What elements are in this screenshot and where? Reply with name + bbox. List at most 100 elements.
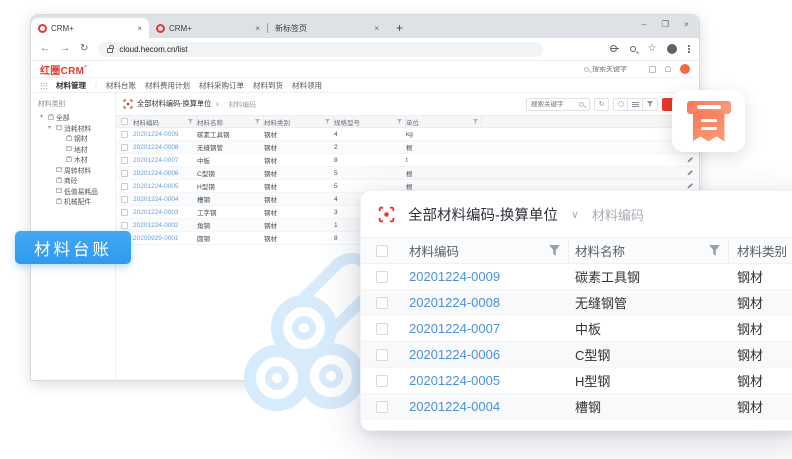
tree-item-steel[interactable]: 钢材 <box>38 133 113 144</box>
tree-item-local-material[interactable]: 地材 <box>38 144 113 155</box>
material-code-link[interactable]: 20201224-0008 <box>133 144 197 151</box>
row-checkbox[interactable] <box>121 157 128 164</box>
material-code-link[interactable]: 20201224-0002 <box>133 222 197 229</box>
view-title[interactable]: 全部材料编码-换算单位 <box>408 204 558 225</box>
back-icon[interactable]: ← <box>40 44 50 54</box>
chevron-down-icon[interactable]: ▾ <box>40 114 45 120</box>
user-avatar[interactable] <box>680 64 690 74</box>
edit-icon[interactable] <box>687 157 693 163</box>
table-row[interactable]: 20201224-0004 槽钢 钢材 <box>361 394 792 420</box>
nav-item-material-ledger[interactable]: 材料台账 <box>106 80 136 91</box>
tab-close-icon[interactable]: × <box>137 24 142 33</box>
tree-item-consumables[interactable]: ▾ 消耗材料 <box>38 123 113 134</box>
material-code-link[interactable]: 20201224-0005 <box>403 373 569 388</box>
material-code-link[interactable]: 20201224-0008 <box>403 295 569 310</box>
nav-item-cost-plan[interactable]: 材料费用计划 <box>145 80 190 91</box>
tree-item-wood[interactable]: 木材 <box>38 154 113 165</box>
row-checkbox[interactable] <box>121 222 128 229</box>
table-row[interactable]: 20201224-0008 无缝钢管 钢材 <box>361 290 792 316</box>
row-checkbox[interactable] <box>121 183 128 190</box>
row-checkbox[interactable] <box>121 209 128 216</box>
browser-tab-newtab[interactable]: 新标签页 × <box>268 18 386 38</box>
row-checkbox[interactable] <box>121 131 128 138</box>
table-row[interactable]: 20201224-0009 碳素工具钢 钢材 4 kg <box>116 128 699 141</box>
tree-item-concrete[interactable]: 商砼 <box>38 175 113 186</box>
material-code-link[interactable]: 20201224-0006 <box>133 170 197 177</box>
material-code-link[interactable]: 20201224-0009 <box>403 269 569 284</box>
filter-icon[interactable] <box>549 245 560 256</box>
browser-profile-avatar[interactable] <box>667 44 677 54</box>
window-maximize-button[interactable]: ❐ <box>661 20 669 29</box>
bookmark-star-icon[interactable]: ☆ <box>647 44 656 54</box>
material-code-link[interactable]: 20201224-0005 <box>133 183 197 190</box>
table-row[interactable]: 20201224-0007 中板 钢材 8 t <box>116 154 699 167</box>
row-checkbox[interactable] <box>376 271 388 283</box>
nav-item-requisition[interactable]: 材料领用 <box>292 80 322 91</box>
tree-item-machine-parts[interactable]: 机械配件 <box>38 196 113 207</box>
select-all-checkbox[interactable] <box>121 118 128 125</box>
tab-close-icon[interactable]: × <box>374 24 379 33</box>
material-code-link[interactable]: 20200929-0001 <box>133 235 197 242</box>
filter-icon[interactable] <box>255 119 260 124</box>
tree-item-low-value[interactable]: 低值易耗品 <box>38 186 113 197</box>
apps-icon[interactable] <box>649 66 656 73</box>
forward-icon[interactable]: → <box>60 44 70 54</box>
material-code-link[interactable]: 20201224-0004 <box>403 399 569 414</box>
nav-item-purchase-order[interactable]: 材料采购订单 <box>199 80 244 91</box>
edit-icon[interactable] <box>687 170 693 176</box>
password-key-icon[interactable] <box>611 48 619 51</box>
window-minimize-button[interactable]: – <box>642 20 647 29</box>
material-code-link[interactable]: 20201224-0006 <box>403 347 569 362</box>
bell-icon[interactable] <box>665 66 671 72</box>
tree-item-turnover-material[interactable]: 周转材料 <box>38 165 113 176</box>
global-search-input[interactable] <box>592 66 640 73</box>
settings-button[interactable] <box>613 98 628 111</box>
browser-tab-crm-2[interactable]: CRM+ × <box>149 18 267 38</box>
row-checkbox[interactable] <box>376 401 388 413</box>
global-search[interactable] <box>584 66 640 73</box>
row-checkbox[interactable] <box>121 170 128 177</box>
row-checkbox[interactable] <box>121 144 128 151</box>
tab-close-icon[interactable]: × <box>255 24 260 33</box>
view-title[interactable]: 全部材料编码-换算单位 <box>137 99 211 109</box>
chevron-down-icon[interactable]: ∨ <box>215 101 219 108</box>
filter-icon[interactable] <box>188 119 193 124</box>
row-checkbox[interactable] <box>376 323 388 335</box>
refresh-button[interactable]: ↻ <box>594 98 609 111</box>
filter-icon[interactable] <box>397 119 402 124</box>
chevron-down-icon[interactable]: ∨ <box>571 208 579 221</box>
table-row[interactable]: 20201224-0007 中板 钢材 <box>361 316 792 342</box>
table-row[interactable]: 20201224-0006 C型钢 钢材 <box>361 342 792 368</box>
material-code-link[interactable]: 20201224-0004 <box>133 196 197 203</box>
material-code-link[interactable]: 20201224-0007 <box>133 157 197 164</box>
window-close-button[interactable]: × <box>684 20 689 29</box>
row-checkbox[interactable] <box>376 297 388 309</box>
filter-icon[interactable] <box>325 119 330 124</box>
material-code-link[interactable]: 20201224-0003 <box>133 209 197 216</box>
table-row[interactable]: 20201224-0008 无缝钢管 钢材 2 根 <box>116 141 699 154</box>
reload-icon[interactable]: ↻ <box>80 44 88 54</box>
row-checkbox[interactable] <box>376 375 388 387</box>
material-code-link[interactable]: 20201224-0007 <box>403 321 569 336</box>
tree-item-all[interactable]: ▾ 全部 <box>38 112 113 123</box>
grid-menu-icon[interactable] <box>40 82 47 89</box>
new-tab-button[interactable]: + <box>396 22 403 34</box>
select-all-checkbox[interactable] <box>376 245 388 257</box>
table-row[interactable]: 20201224-0006 C型钢 钢材 5 根 <box>116 167 699 180</box>
material-code-link[interactable]: 20201224-0009 <box>133 131 197 138</box>
browser-menu-icon[interactable] <box>688 45 690 53</box>
row-checkbox[interactable] <box>376 349 388 361</box>
table-row[interactable]: 20201224-0009 碳素工具钢 钢材 <box>361 264 792 290</box>
url-box[interactable]: cloud.hecom.cn/list <box>98 42 543 57</box>
columns-button[interactable] <box>628 98 643 111</box>
chevron-down-icon[interactable]: ▾ <box>48 125 53 131</box>
list-search-box[interactable] <box>526 98 590 111</box>
table-row[interactable]: 20201224-0005 H型钢 钢材 <box>361 368 792 394</box>
browser-tab-crm-1[interactable]: CRM+ × <box>31 18 149 38</box>
filter-icon[interactable] <box>473 119 478 124</box>
row-checkbox[interactable] <box>121 196 128 203</box>
list-search-input[interactable] <box>531 101 577 108</box>
edit-icon[interactable] <box>687 183 693 189</box>
nav-item-arrival[interactable]: 材料到货 <box>253 80 283 91</box>
filter-icon[interactable] <box>709 245 720 256</box>
